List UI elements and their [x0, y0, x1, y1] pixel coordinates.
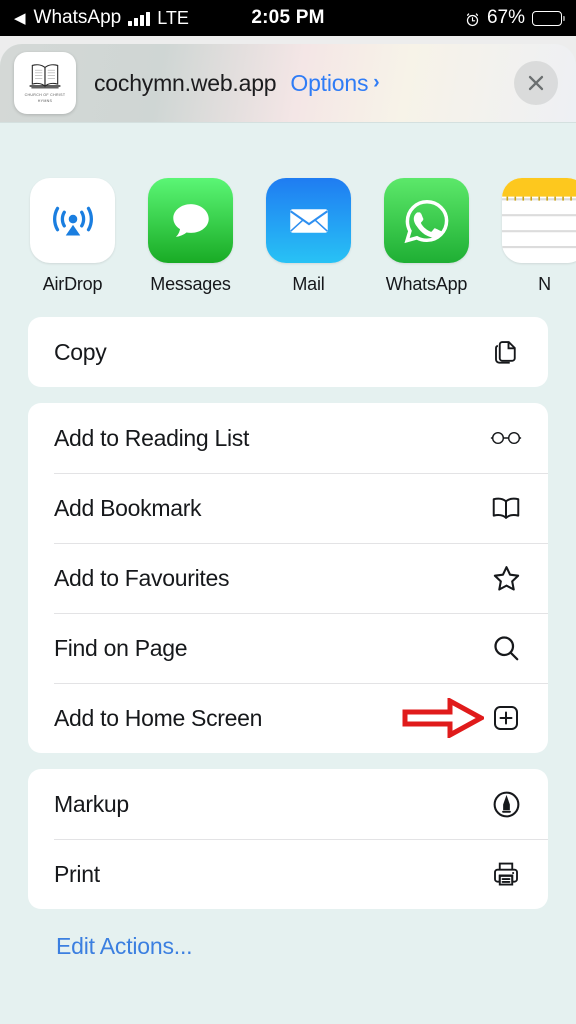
share-app-mail[interactable]: Mail [266, 178, 351, 295]
action-label: Add Bookmark [54, 494, 202, 521]
close-icon [528, 75, 544, 91]
share-url-label: cochymn.web.app [94, 69, 277, 96]
action-row-find-on-page[interactable]: Find on Page [28, 613, 548, 683]
contact-name: BA [474, 123, 576, 125]
app-icon-caption: CHURCH OF CHRIST HYMNS [24, 93, 66, 103]
action-list: Copy Add to Reading List Add Bookmark Ad… [0, 301, 576, 960]
glasses-icon [490, 422, 522, 454]
edit-actions-button[interactable]: Edit Actions... [28, 925, 548, 960]
options-button[interactable]: Options › [290, 70, 379, 97]
contact-name: MINISTRY [359, 123, 474, 125]
contact-item[interactable]: BA [474, 123, 576, 125]
plus-square-icon [490, 702, 522, 734]
action-row-add-to-favourites[interactable]: Add to Favourites [28, 543, 548, 613]
share-app-label: Mail [292, 274, 325, 294]
status-bar-clock: 2:05 PM [251, 7, 325, 28]
contacts-row-clipped: Selina LEADERSHIP Akua Cutekhid MINISTRY… [0, 122, 576, 162]
action-row-add-to-home-screen[interactable]: Add to Home Screen [28, 683, 548, 753]
share-app-label: Messages [150, 274, 231, 294]
close-button[interactable] [514, 61, 558, 105]
action-group-copy: Copy [28, 317, 548, 387]
battery-icon [532, 10, 565, 26]
chevron-right-icon: › [373, 72, 380, 93]
share-app-label: N [538, 274, 551, 294]
action-row-add-bookmark[interactable]: Add Bookmark [28, 473, 548, 543]
printer-icon [490, 858, 522, 890]
share-sheet-header: CHURCH OF CHRIST HYMNS cochymn.web.app O… [0, 44, 576, 122]
contact-item[interactable]: LEADERSHIP [129, 123, 244, 125]
share-app-whatsapp[interactable]: WhatsApp [384, 178, 469, 295]
share-app-label: WhatsApp [385, 274, 468, 294]
action-label: Find on Page [54, 634, 188, 661]
action-label: Copy [54, 338, 107, 365]
contact-item[interactable]: MINISTRY [359, 123, 474, 125]
hymnal-book-icon: CHURCH OF CHRIST HYMNS [14, 52, 76, 114]
action-row-copy[interactable]: Copy [28, 317, 548, 387]
contact-name: LEADERSHIP [129, 123, 244, 125]
action-label: Add to Home Screen [54, 704, 263, 731]
annotation-arrow-icon [402, 696, 487, 740]
whatsapp-icon [403, 199, 448, 243]
messages-icon [172, 203, 209, 237]
status-bar: ◀ WhatsApp LTE 2:05 PM 67% [0, 0, 576, 36]
action-group-tools: Markup Print [28, 769, 548, 909]
copy-icon [490, 336, 522, 368]
share-app-airdrop[interactable]: AirDrop [30, 178, 115, 295]
action-row-print[interactable]: Print [28, 839, 548, 909]
action-row-add-to-reading-list[interactable]: Add to Reading List [28, 403, 548, 473]
contact-name: Selina [14, 123, 129, 125]
share-sheet-subject: cochymn.web.app Options › [94, 69, 380, 97]
share-app-label: AirDrop [42, 274, 103, 294]
contact-item[interactable]: Akua Cutekhid [244, 123, 359, 125]
action-label: Add to Favourites [54, 564, 230, 591]
action-label: Add to Reading List [54, 424, 250, 451]
book-icon [490, 492, 522, 524]
options-label: Options [290, 69, 369, 96]
notes-icon [502, 178, 576, 263]
action-group-browser: Add to Reading List Add Bookmark Add to … [28, 403, 548, 753]
contact-item[interactable]: Selina [14, 123, 129, 125]
share-app-notes[interactable]: N [502, 178, 576, 295]
markup-pen-icon [490, 788, 522, 820]
airdrop-icon [52, 206, 93, 236]
contact-name: Akua Cutekhid [244, 123, 359, 125]
action-label: Print [54, 860, 100, 887]
share-apps-row: AirDrop Messages Mail WhatsApp N [0, 162, 576, 301]
search-icon [490, 632, 522, 664]
star-icon [490, 562, 522, 594]
action-label: Markup [54, 790, 129, 817]
share-app-messages[interactable]: Messages [148, 178, 233, 295]
action-row-markup[interactable]: Markup [28, 769, 548, 839]
share-sheet: CHURCH OF CHRIST HYMNS cochymn.web.app O… [0, 44, 576, 1024]
mail-icon [289, 208, 328, 233]
phone-screen: ◀ WhatsApp LTE 2:05 PM 67% CHURCH OF CHR… [0, 0, 576, 1024]
